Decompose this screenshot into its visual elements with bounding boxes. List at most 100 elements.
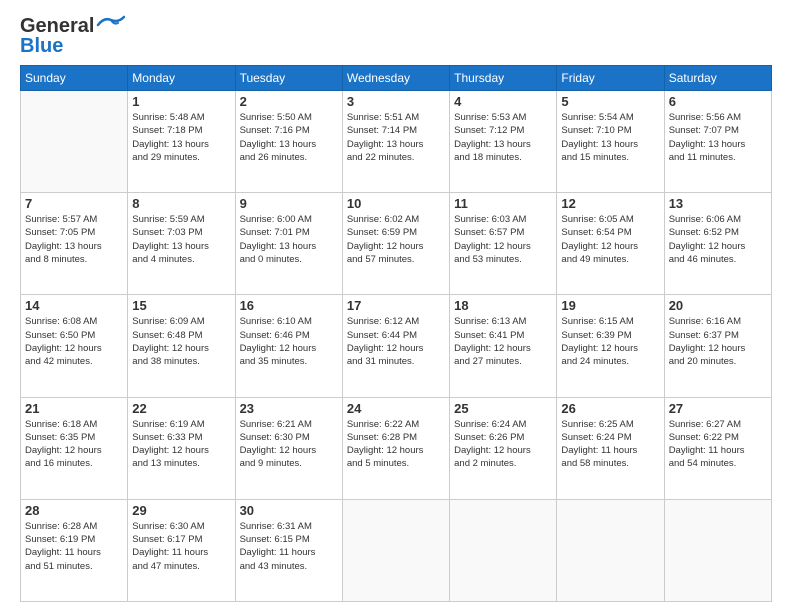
header-tuesday: Tuesday bbox=[235, 66, 342, 91]
logo-blue: Blue bbox=[20, 35, 126, 57]
logo-bird-icon bbox=[96, 15, 126, 35]
logo-text: General Blue bbox=[20, 15, 126, 57]
week-row-2: 7 Sunrise: 5:57 AMSunset: 7:05 PMDaylight… bbox=[21, 193, 772, 295]
day-number: 15 bbox=[132, 298, 230, 313]
cell-info: Sunrise: 6:24 AMSunset: 6:26 PMDaylight:… bbox=[454, 418, 552, 471]
day-number: 22 bbox=[132, 401, 230, 416]
cell-info: Sunrise: 5:51 AMSunset: 7:14 PMDaylight:… bbox=[347, 111, 445, 164]
cell-info: Sunrise: 5:59 AMSunset: 7:03 PMDaylight:… bbox=[132, 213, 230, 266]
calendar-cell: 20 Sunrise: 6:16 AMSunset: 6:37 PMDayligh… bbox=[664, 295, 771, 397]
header: General Blue bbox=[20, 15, 772, 57]
cell-info: Sunrise: 6:16 AMSunset: 6:37 PMDaylight:… bbox=[669, 315, 767, 368]
day-number: 30 bbox=[240, 503, 338, 518]
cell-info: Sunrise: 6:25 AMSunset: 6:24 PMDaylight:… bbox=[561, 418, 659, 471]
logo-general: General bbox=[20, 15, 94, 37]
calendar-cell: 13Sunrise: 6:06 AMSunset: 6:52 PMDayligh… bbox=[664, 193, 771, 295]
calendar-cell: 21Sunrise: 6:18 AMSunset: 6:35 PMDayligh… bbox=[21, 397, 128, 499]
calendar-cell: 12 Sunrise: 6:05 AMSunset: 6:54 PMDayligh… bbox=[557, 193, 664, 295]
calendar-cell: 19 Sunrise: 6:15 AMSunset: 6:39 PMDayligh… bbox=[557, 295, 664, 397]
week-row-1: 1 Sunrise: 5:48 AMSunset: 7:18 PMDaylight… bbox=[21, 91, 772, 193]
calendar-cell: 4 Sunrise: 5:53 AMSunset: 7:12 PMDaylight… bbox=[450, 91, 557, 193]
cell-info: Sunrise: 6:31 AMSunset: 6:15 PMDaylight:… bbox=[240, 520, 338, 573]
calendar-cell: 15 Sunrise: 6:09 AMSunset: 6:48 PMDayligh… bbox=[128, 295, 235, 397]
cell-info: Sunrise: 6:02 AMSunset: 6:59 PMDaylight:… bbox=[347, 213, 445, 266]
day-number: 10 bbox=[347, 196, 445, 211]
day-number: 12 bbox=[561, 196, 659, 211]
cell-info: Sunrise: 6:00 AMSunset: 7:01 PMDaylight:… bbox=[240, 213, 338, 266]
calendar-cell: 11 Sunrise: 6:03 AMSunset: 6:57 PMDayligh… bbox=[450, 193, 557, 295]
header-monday: Monday bbox=[128, 66, 235, 91]
calendar-cell bbox=[450, 499, 557, 601]
day-number: 2 bbox=[240, 94, 338, 109]
calendar-cell: 24 Sunrise: 6:22 AMSunset: 6:28 PMDayligh… bbox=[342, 397, 449, 499]
day-number: 24 bbox=[347, 401, 445, 416]
calendar-cell: 18Sunrise: 6:13 AMSunset: 6:41 PMDayligh… bbox=[450, 295, 557, 397]
day-number: 1 bbox=[132, 94, 230, 109]
calendar-cell: 23 Sunrise: 6:21 AMSunset: 6:30 PMDayligh… bbox=[235, 397, 342, 499]
cell-info: Sunrise: 6:12 AMSunset: 6:44 PMDaylight:… bbox=[347, 315, 445, 368]
week-row-4: 21Sunrise: 6:18 AMSunset: 6:35 PMDayligh… bbox=[21, 397, 772, 499]
calendar-cell: 30 Sunrise: 6:31 AMSunset: 6:15 PMDayligh… bbox=[235, 499, 342, 601]
cell-info: Sunrise: 6:27 AMSunset: 6:22 PMDaylight:… bbox=[669, 418, 767, 471]
day-number: 4 bbox=[454, 94, 552, 109]
calendar-cell bbox=[664, 499, 771, 601]
day-number: 27 bbox=[669, 401, 767, 416]
cell-info: Sunrise: 6:06 AMSunset: 6:52 PMDaylight:… bbox=[669, 213, 767, 266]
calendar-cell: 14 Sunrise: 6:08 AMSunset: 6:50 PMDayligh… bbox=[21, 295, 128, 397]
cell-info: Sunrise: 5:48 AMSunset: 7:18 PMDaylight:… bbox=[132, 111, 230, 164]
cell-info: Sunrise: 6:08 AMSunset: 6:50 PMDaylight:… bbox=[25, 315, 123, 368]
day-number: 5 bbox=[561, 94, 659, 109]
header-wednesday: Wednesday bbox=[342, 66, 449, 91]
calendar-table: SundayMondayTuesdayWednesdayThursdayFrid… bbox=[20, 65, 772, 602]
calendar-cell: 26Sunrise: 6:25 AMSunset: 6:24 PMDayligh… bbox=[557, 397, 664, 499]
cell-info: Sunrise: 5:57 AMSunset: 7:05 PMDaylight:… bbox=[25, 213, 123, 266]
day-number: 16 bbox=[240, 298, 338, 313]
cell-info: Sunrise: 6:28 AMSunset: 6:19 PMDaylight:… bbox=[25, 520, 123, 573]
calendar-cell: 9 Sunrise: 6:00 AMSunset: 7:01 PMDaylight… bbox=[235, 193, 342, 295]
day-number: 14 bbox=[25, 298, 123, 313]
day-number: 9 bbox=[240, 196, 338, 211]
day-number: 23 bbox=[240, 401, 338, 416]
calendar-cell bbox=[342, 499, 449, 601]
week-row-5: 28 Sunrise: 6:28 AMSunset: 6:19 PMDayligh… bbox=[21, 499, 772, 601]
day-number: 29 bbox=[132, 503, 230, 518]
cell-info: Sunrise: 6:22 AMSunset: 6:28 PMDaylight:… bbox=[347, 418, 445, 471]
calendar-cell: 16 Sunrise: 6:10 AMSunset: 6:46 PMDayligh… bbox=[235, 295, 342, 397]
day-number: 8 bbox=[132, 196, 230, 211]
day-number: 11 bbox=[454, 196, 552, 211]
cell-info: Sunrise: 6:30 AMSunset: 6:17 PMDaylight:… bbox=[132, 520, 230, 573]
day-number: 18 bbox=[454, 298, 552, 313]
header-thursday: Thursday bbox=[450, 66, 557, 91]
day-number: 19 bbox=[561, 298, 659, 313]
day-number: 7 bbox=[25, 196, 123, 211]
cell-info: Sunrise: 6:19 AMSunset: 6:33 PMDaylight:… bbox=[132, 418, 230, 471]
calendar-cell: 5Sunrise: 5:54 AMSunset: 7:10 PMDaylight… bbox=[557, 91, 664, 193]
cell-info: Sunrise: 6:10 AMSunset: 6:46 PMDaylight:… bbox=[240, 315, 338, 368]
cell-info: Sunrise: 5:50 AMSunset: 7:16 PMDaylight:… bbox=[240, 111, 338, 164]
cell-info: Sunrise: 6:03 AMSunset: 6:57 PMDaylight:… bbox=[454, 213, 552, 266]
cell-info: Sunrise: 5:56 AMSunset: 7:07 PMDaylight:… bbox=[669, 111, 767, 164]
calendar-cell: 29 Sunrise: 6:30 AMSunset: 6:17 PMDayligh… bbox=[128, 499, 235, 601]
header-saturday: Saturday bbox=[664, 66, 771, 91]
day-number: 25 bbox=[454, 401, 552, 416]
calendar-cell bbox=[21, 91, 128, 193]
header-sunday: Sunday bbox=[21, 66, 128, 91]
day-number: 17 bbox=[347, 298, 445, 313]
calendar-cell: 2 Sunrise: 5:50 AMSunset: 7:16 PMDaylight… bbox=[235, 91, 342, 193]
calendar-cell: 17 Sunrise: 6:12 AMSunset: 6:44 PMDayligh… bbox=[342, 295, 449, 397]
calendar-cell: 25 Sunrise: 6:24 AMSunset: 6:26 PMDayligh… bbox=[450, 397, 557, 499]
calendar-cell: 22 Sunrise: 6:19 AMSunset: 6:33 PMDayligh… bbox=[128, 397, 235, 499]
calendar-cell bbox=[557, 499, 664, 601]
calendar-cell: 7 Sunrise: 5:57 AMSunset: 7:05 PMDaylight… bbox=[21, 193, 128, 295]
day-number: 6 bbox=[669, 94, 767, 109]
cell-info: Sunrise: 5:53 AMSunset: 7:12 PMDaylight:… bbox=[454, 111, 552, 164]
cell-info: Sunrise: 6:15 AMSunset: 6:39 PMDaylight:… bbox=[561, 315, 659, 368]
cell-info: Sunrise: 6:21 AMSunset: 6:30 PMDaylight:… bbox=[240, 418, 338, 471]
day-number: 28 bbox=[25, 503, 123, 518]
header-friday: Friday bbox=[557, 66, 664, 91]
calendar-cell: 6 Sunrise: 5:56 AMSunset: 7:07 PMDaylight… bbox=[664, 91, 771, 193]
cell-info: Sunrise: 6:09 AMSunset: 6:48 PMDaylight:… bbox=[132, 315, 230, 368]
logo: General Blue bbox=[20, 15, 126, 57]
day-number: 20 bbox=[669, 298, 767, 313]
cell-info: Sunrise: 6:05 AMSunset: 6:54 PMDaylight:… bbox=[561, 213, 659, 266]
